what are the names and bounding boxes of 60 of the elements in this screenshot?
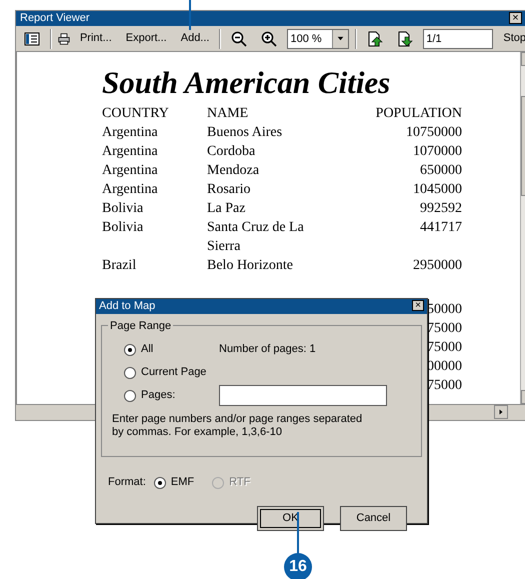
page-down-icon — [397, 30, 414, 46]
close-button[interactable]: × — [412, 300, 424, 311]
table-cell: 75000 — [427, 340, 462, 356]
toolbar-button[interactable]: Print... — [76, 28, 116, 48]
table-cell-text: Argentina — [102, 124, 159, 142]
table-cell: 75000 — [427, 378, 462, 394]
page-up-icon — [367, 30, 384, 46]
column-header: POPULATION — [374, 105, 462, 124]
column-header: NAME — [207, 105, 250, 124]
table-cell-text: 2950000 — [412, 257, 462, 276]
format-label: Format: — [108, 475, 146, 490]
zoom-dropdown[interactable]: 100 % — [287, 28, 350, 48]
table-cell-text: Argentina — [102, 181, 159, 200]
table-cell-text: Santa Cruz de La Sierra — [207, 219, 305, 256]
radio-option[interactable]: All — [124, 338, 219, 361]
table-cell-text: Brazil — [102, 257, 138, 276]
leader-line — [297, 512, 299, 554]
table-cell-text: Rosario — [207, 181, 252, 200]
table-cell-text: Belo Horizonte — [207, 257, 294, 276]
table-cell-text: Buenos Aires — [207, 124, 284, 142]
table-cell: 75000 — [427, 321, 462, 336]
close-button[interactable]: × — [509, 12, 522, 24]
table-cell-text: Argentina — [102, 143, 159, 162]
table-cell-text: 992592 — [419, 200, 462, 218]
table-cell-text: 650000 — [419, 162, 462, 180]
column-header: COUNTRY — [102, 105, 170, 124]
table-cell-text: 10750000 — [405, 124, 462, 142]
radio-option[interactable]: Pages: — [124, 384, 219, 407]
hint-text: Enter page numbers and/or page ranges separated by commas. For example, 1,3,6-10 — [112, 413, 364, 439]
group-label: Page Range — [108, 318, 174, 334]
table-cell-text: Mendoza — [207, 162, 260, 180]
window-title: Report Viewer — [20, 11, 90, 26]
zoom-in-icon — [261, 30, 278, 46]
printer-icon[interactable] — [58, 30, 70, 46]
step-number: 16 — [284, 553, 312, 579]
pages-field[interactable] — [219, 385, 387, 406]
dialog-title: Add to Map — [99, 299, 156, 314]
format-option[interactable]: EMF — [154, 471, 194, 494]
page-field[interactable]: 1/1 — [423, 28, 494, 48]
layout-icon — [24, 30, 40, 46]
table-cell: 50000 — [427, 302, 462, 318]
page-count: Number of pages: 1 — [219, 342, 316, 358]
report-title: South American Cities — [102, 66, 392, 100]
radio-option[interactable]: Current Page — [124, 361, 219, 384]
dialog-button[interactable]: Cancel — [340, 506, 407, 531]
table-cell-text: 441717 — [419, 219, 462, 238]
table-cell-text: 1070000 — [412, 143, 462, 162]
zoom-out-icon — [231, 30, 248, 46]
table-cell-text: Cordoba — [207, 143, 256, 162]
scroll-right-icon — [497, 408, 505, 416]
table-cell-text: Argentina — [102, 162, 159, 180]
dialog-button[interactable]: OK — [257, 506, 324, 531]
toolbar-button[interactable]: Export... — [122, 28, 171, 48]
table-cell-text: Bolivia — [102, 219, 144, 238]
table-cell-text: Bolivia — [102, 200, 144, 218]
table-cell-text: 1045000 — [412, 181, 462, 200]
dropdown-arrow-icon — [336, 34, 346, 43]
toolbar-button[interactable]: Add... — [176, 28, 214, 48]
leader-line — [189, 0, 191, 30]
table-cell-text: La Paz — [207, 200, 246, 218]
